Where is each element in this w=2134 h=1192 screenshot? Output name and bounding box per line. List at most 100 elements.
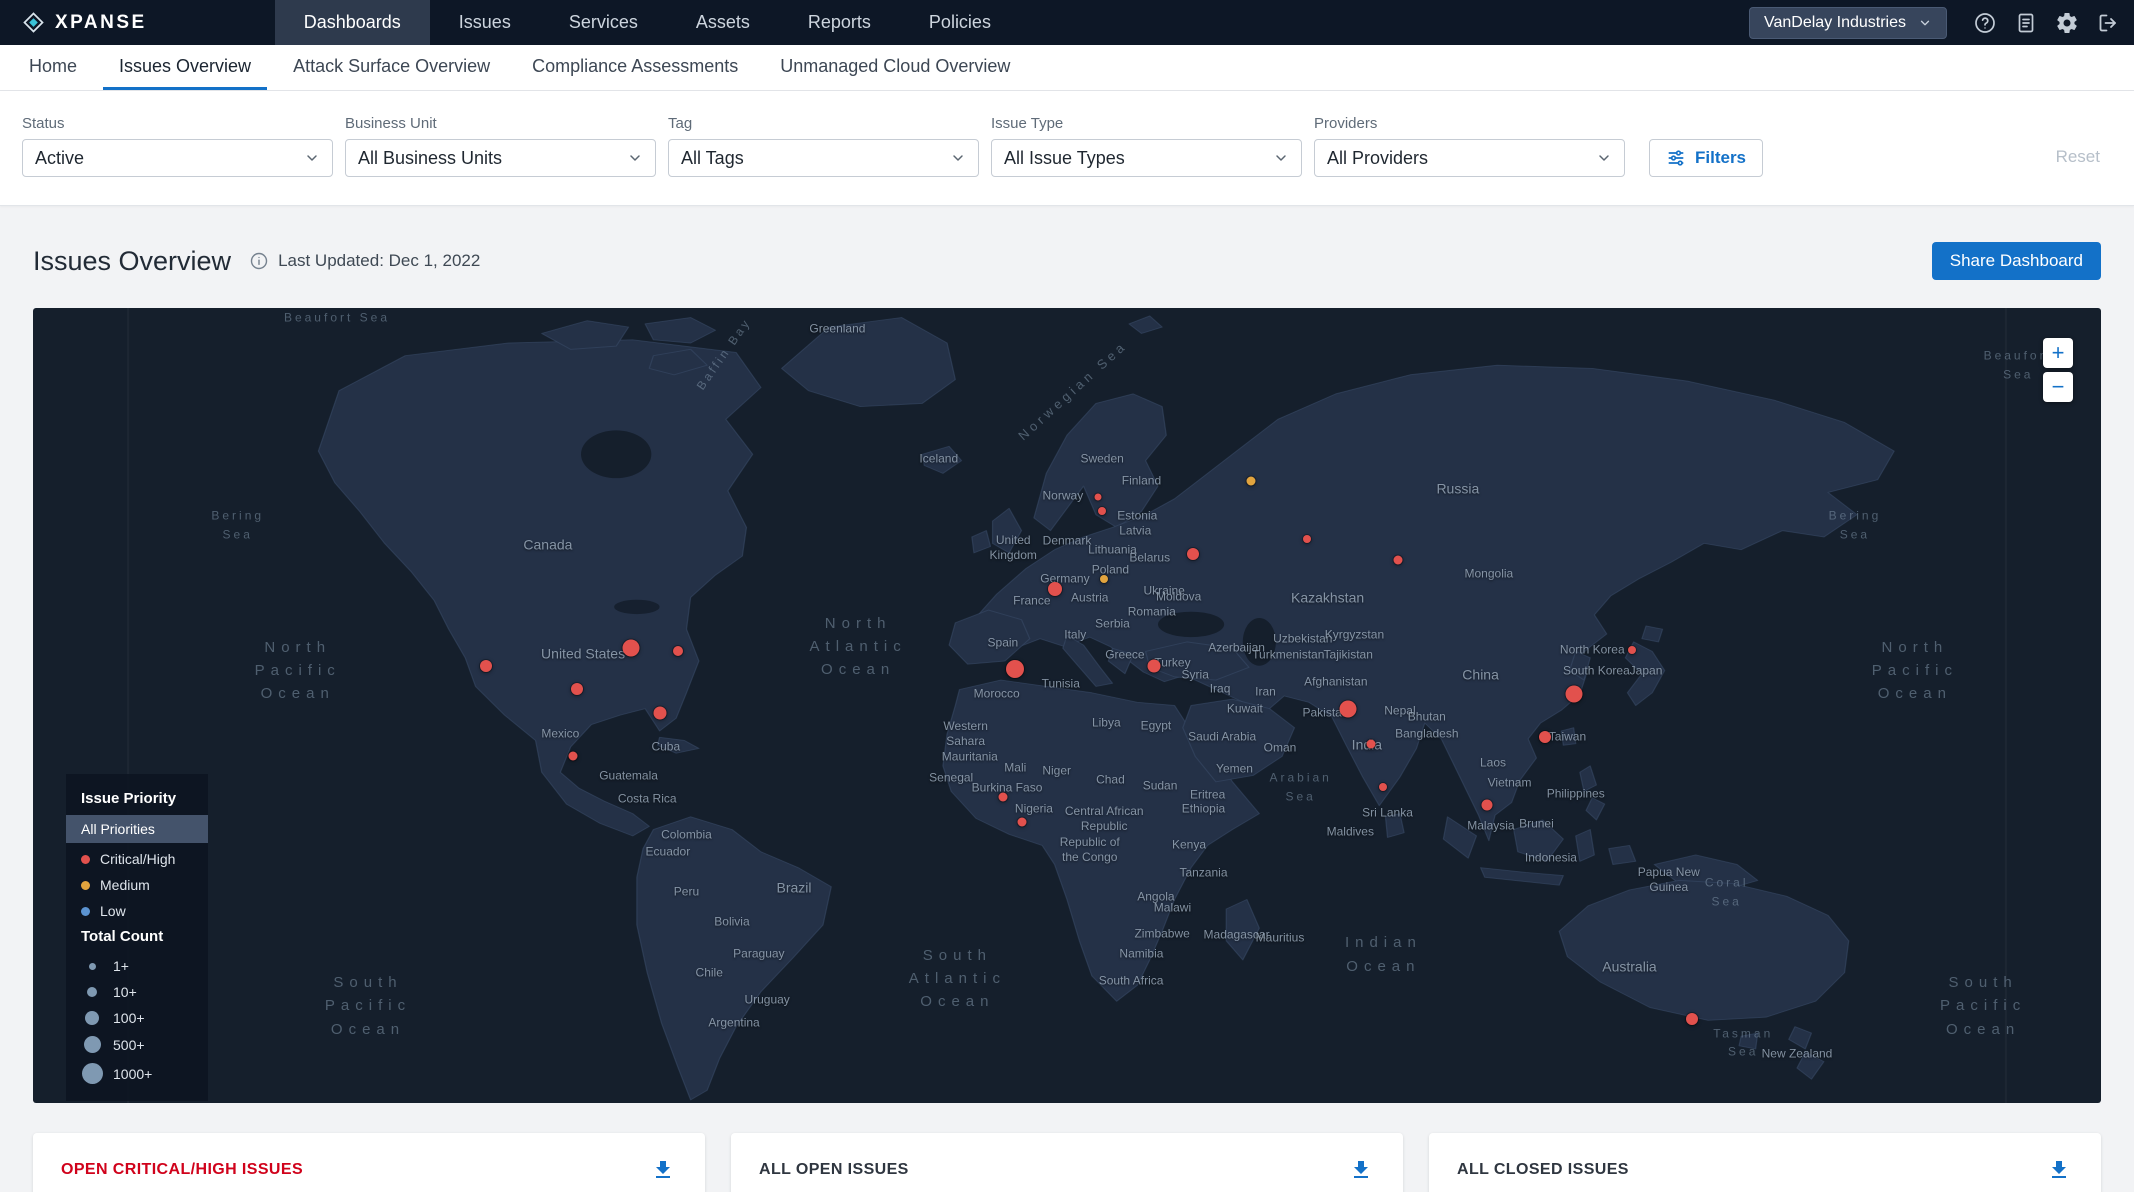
download-icon[interactable] [651, 1157, 677, 1183]
map-marker[interactable] [1095, 494, 1102, 501]
count-dot-icon [84, 1036, 101, 1053]
map-marker[interactable] [480, 660, 492, 672]
count-dot-icon [87, 987, 97, 997]
tab-attack-surface-overview[interactable]: Attack Surface Overview [277, 45, 506, 90]
zoom-out-button[interactable]: − [2043, 372, 2073, 402]
settings-icon[interactable] [2055, 10, 2081, 36]
filter-select-business-unit[interactable]: All Business Units [345, 139, 656, 177]
download-icon[interactable] [1349, 1157, 1375, 1183]
legend-count-title: Total Count [66, 924, 208, 953]
legend-count-1000: 1000+ [66, 1058, 208, 1089]
filters: Status Active Business UnitAll Business Un… [22, 115, 1637, 177]
filter-status: Status Active [22, 115, 333, 177]
legend-all-priorities[interactable]: All Priorities [66, 815, 208, 843]
map-marker[interactable] [1565, 685, 1582, 702]
count-dot-wrap [81, 987, 103, 997]
map-marker[interactable] [1481, 799, 1492, 810]
tab-home[interactable]: Home [13, 45, 93, 90]
map-legend: Issue Priority All Priorities Critical/H… [66, 774, 208, 1101]
filter-select-issue-type[interactable]: All Issue Types [991, 139, 1302, 177]
tab-compliance-assessments[interactable]: Compliance Assessments [516, 45, 754, 90]
filter-select-providers[interactable]: All Providers [1314, 139, 1625, 177]
tab-unmanaged-cloud-overview[interactable]: Unmanaged Cloud Overview [764, 45, 1026, 90]
nav-item-reports[interactable]: Reports [779, 0, 900, 45]
filters-button[interactable]: Filters [1649, 139, 1763, 177]
map-marker[interactable] [1686, 1013, 1698, 1025]
legend-count-label: 100+ [113, 1010, 145, 1026]
nav-item-services[interactable]: Services [540, 0, 667, 45]
nav-item-issues[interactable]: Issues [430, 0, 540, 45]
share-dashboard-button[interactable]: Share Dashboard [1932, 242, 2101, 280]
filter-label-tag: Tag [668, 115, 979, 132]
reset-button[interactable]: Reset [2056, 147, 2112, 177]
map-marker[interactable] [1366, 739, 1375, 748]
map-marker[interactable] [1098, 507, 1106, 515]
map-marker[interactable] [1247, 476, 1256, 485]
tab-issues-overview[interactable]: Issues Overview [103, 45, 267, 90]
filter-select-status[interactable]: Active [22, 139, 333, 177]
map-marker[interactable] [1017, 818, 1026, 827]
info-icon[interactable] [249, 251, 269, 271]
brand[interactable]: XPANSE [0, 0, 167, 45]
help-icon[interactable] [1973, 10, 1999, 36]
nav-item-policies[interactable]: Policies [900, 0, 1020, 45]
map-marker[interactable] [1379, 783, 1387, 791]
download-icon[interactable] [2047, 1157, 2073, 1183]
filter-select-tag[interactable]: All Tags [668, 139, 979, 177]
map-marker[interactable] [1100, 575, 1108, 583]
org-selector[interactable]: VanDelay Industries [1749, 7, 1947, 39]
chevron-down-icon [304, 150, 320, 166]
legend-priority-label: Low [100, 903, 126, 919]
medium-dot-icon [81, 881, 90, 890]
filter-label-status: Status [22, 115, 333, 132]
map-marker[interactable] [1539, 731, 1551, 743]
map-marker[interactable] [1187, 548, 1199, 560]
main-nav: DashboardsIssuesServicesAssetsReportsPol… [275, 0, 1020, 45]
map-marker[interactable] [653, 706, 666, 719]
brand-name: XPANSE [55, 12, 147, 34]
map-marker[interactable] [571, 683, 583, 695]
page-title: Issues Overview [33, 246, 231, 277]
legend-priority-medium[interactable]: Medium [66, 872, 208, 898]
count-dot-icon [82, 1063, 103, 1084]
map-marker[interactable] [1147, 659, 1160, 672]
chevron-down-icon [1918, 16, 1932, 30]
legend-priority-critical-high[interactable]: Critical/High [66, 846, 208, 872]
legend-count-rows: 1+10+100+500+1000+ [66, 953, 208, 1089]
map-marker[interactable] [622, 640, 639, 657]
legend-all-priorities-label: All Priorities [81, 821, 155, 837]
world-map[interactable]: North Pacific OceanNorth Atlantic OceanS… [33, 308, 2101, 1103]
low-dot-icon [81, 907, 90, 916]
card-title: ALL CLOSED ISSUES [1457, 1161, 1629, 1179]
count-dot-wrap [81, 1036, 103, 1053]
nav-item-dashboards[interactable]: Dashboards [275, 0, 430, 45]
legend-priority-title: Issue Priority [66, 786, 208, 815]
legend-priority-low[interactable]: Low [66, 898, 208, 924]
legend-count-500: 500+ [66, 1031, 208, 1058]
nav-icons [1973, 10, 2122, 36]
chevron-down-icon [627, 150, 643, 166]
document-icon[interactable] [2014, 10, 2040, 36]
map-marker[interactable] [568, 751, 577, 760]
map-marker[interactable] [1048, 582, 1062, 596]
issue-cards: OPEN CRITICAL/HIGH ISSUESALL OPEN ISSUES… [33, 1133, 2101, 1192]
last-updated: Last Updated: Dec 1, 2022 [278, 251, 480, 271]
filter-business-unit: Business UnitAll Business Units [345, 115, 656, 177]
nav-item-assets[interactable]: Assets [667, 0, 779, 45]
filter-label-issue-type: Issue Type [991, 115, 1302, 132]
legend-count-label: 1000+ [113, 1066, 152, 1082]
critical-dot-icon [81, 855, 90, 864]
map-marker[interactable] [1006, 660, 1024, 678]
world-map-svg [33, 308, 2101, 1103]
map-marker[interactable] [1628, 646, 1636, 654]
map-marker[interactable] [1393, 556, 1402, 565]
zoom-in-button[interactable]: + [2043, 338, 2073, 368]
org-name: VanDelay Industries [1764, 14, 1906, 32]
map-marker[interactable] [673, 646, 683, 656]
page-header: Issues Overview Last Updated: Dec 1, 202… [0, 206, 2134, 280]
selected-value: All Tags [681, 148, 744, 169]
logout-icon[interactable] [2096, 10, 2122, 36]
map-marker[interactable] [1303, 535, 1311, 543]
map-marker[interactable] [1340, 701, 1357, 718]
map-marker[interactable] [998, 792, 1007, 801]
